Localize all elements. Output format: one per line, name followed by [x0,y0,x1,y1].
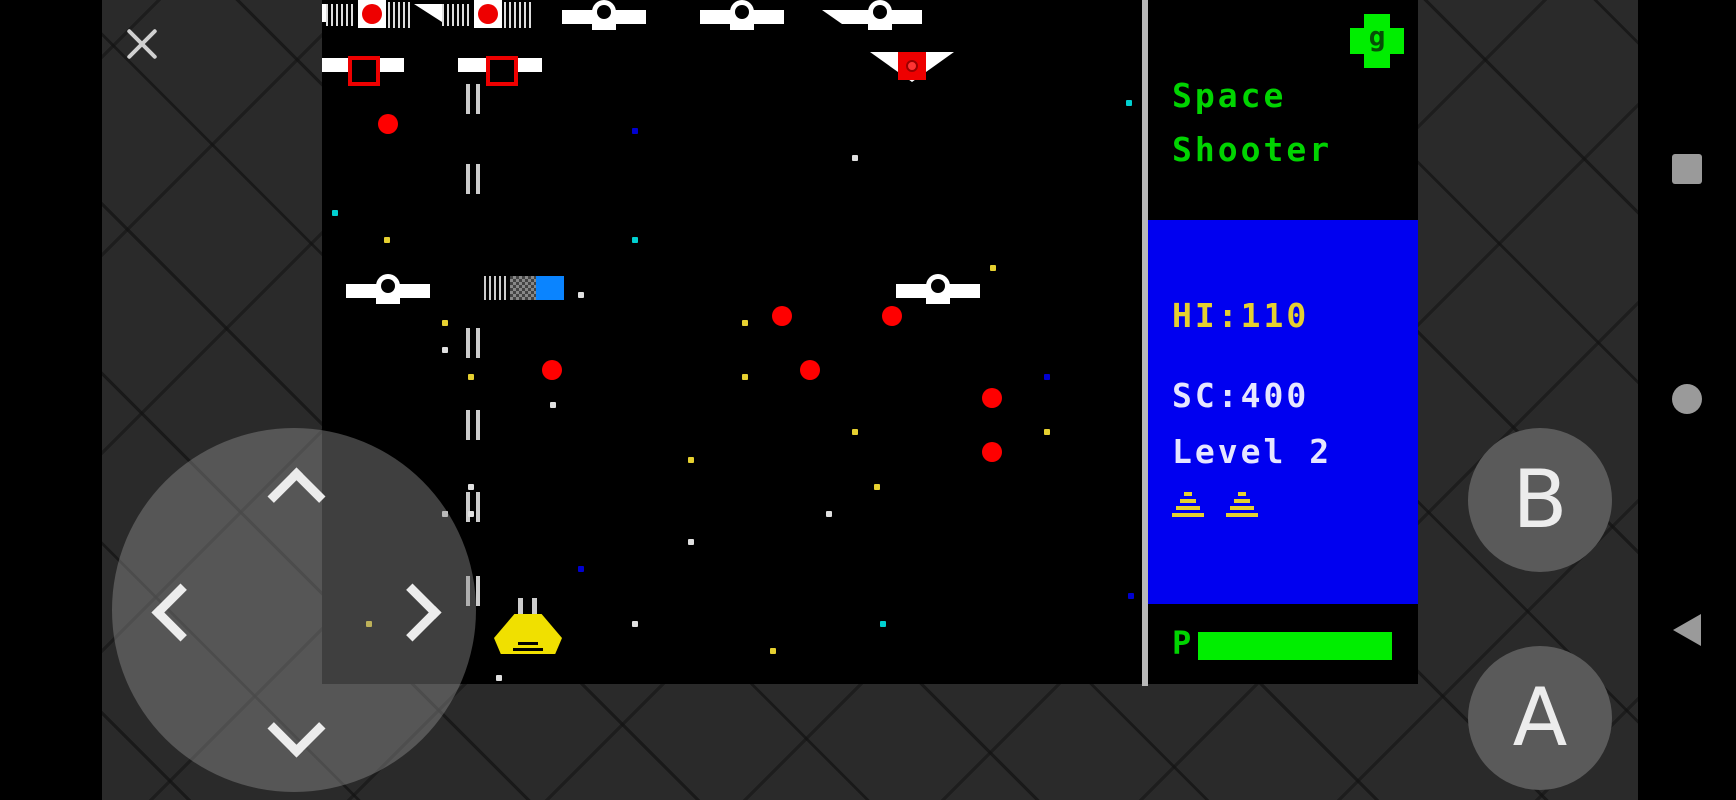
chevron-down-icon[interactable] [259,702,329,772]
star [468,374,474,380]
current-score: SC:400 [1172,376,1310,415]
star [550,402,556,408]
enemy-saucer [562,0,646,30]
player-ship [488,598,568,660]
star [826,511,832,517]
enemy-ship [322,0,412,30]
b-button[interactable]: B [1468,428,1612,572]
star [578,292,584,298]
power-bar-fill [1198,632,1392,660]
player-missile [466,84,482,114]
star [1044,429,1050,435]
badge-letter: g [1368,20,1386,53]
star [632,237,638,243]
chevron-up-icon[interactable] [259,448,329,518]
chevron-right-icon[interactable] [386,575,456,645]
system-nav-bar [1638,0,1736,800]
chevron-left-icon[interactable] [132,575,202,645]
left-black-bar [0,0,102,800]
star [578,566,584,572]
life-ship-icon [1172,492,1204,520]
g-badge-icon: g [1350,14,1404,68]
score-box: HI:110 SC:400 Level 2 [1148,220,1418,604]
hi-score: HI:110 [1172,296,1310,335]
close-icon[interactable] [120,22,164,66]
star [632,621,638,627]
enemy-saucer [700,0,784,30]
star [770,648,776,654]
home-circle-icon[interactable] [1672,384,1702,414]
star [496,675,502,681]
enemy-turret [458,50,542,86]
game-title-line1: Space [1172,76,1287,115]
star [1128,593,1134,599]
enemy-turret [322,50,404,86]
player-missile [466,410,482,440]
a-button[interactable]: A [1468,646,1612,790]
enemy-saucer [896,274,980,304]
level-indicator: Level 2 [1172,432,1333,471]
enemy-rocket [484,274,574,302]
enemy-bullet [982,442,1002,462]
star [852,429,858,435]
back-triangle-icon[interactable] [1673,614,1701,646]
star [688,539,694,545]
star [874,484,880,490]
star [880,621,886,627]
enemy-bullet [542,360,562,380]
player-missile [466,328,482,358]
enemy-saucer [346,274,430,304]
star [468,511,474,517]
star [442,347,448,353]
power-bar [1198,632,1392,660]
dpad[interactable] [112,428,476,792]
enemy-saucer [822,0,922,30]
enemy-bullet [772,306,792,326]
side-panel: g Space Shooter HI:110 SC:400 Level 2 P [1148,0,1418,684]
life-ship-icon [1226,492,1258,520]
enemy-bullet [882,306,902,326]
star [688,457,694,463]
star [852,155,858,161]
star [990,265,996,271]
player-missile [466,164,482,194]
star [1044,374,1050,380]
recents-square-icon[interactable] [1672,154,1702,184]
star [632,128,638,134]
enemy-bullet [378,114,398,134]
enemy-bomber [870,52,954,86]
star [442,320,448,326]
enemy-bullet [982,388,1002,408]
star [742,374,748,380]
star [384,237,390,243]
enemy-ship [414,0,534,30]
player-missile [466,492,482,522]
star [742,320,748,326]
power-label: P [1172,624,1192,662]
star [468,484,474,490]
star [332,210,338,216]
star [1126,100,1132,106]
enemy-bullet [800,360,820,380]
game-title-line2: Shooter [1172,130,1333,169]
